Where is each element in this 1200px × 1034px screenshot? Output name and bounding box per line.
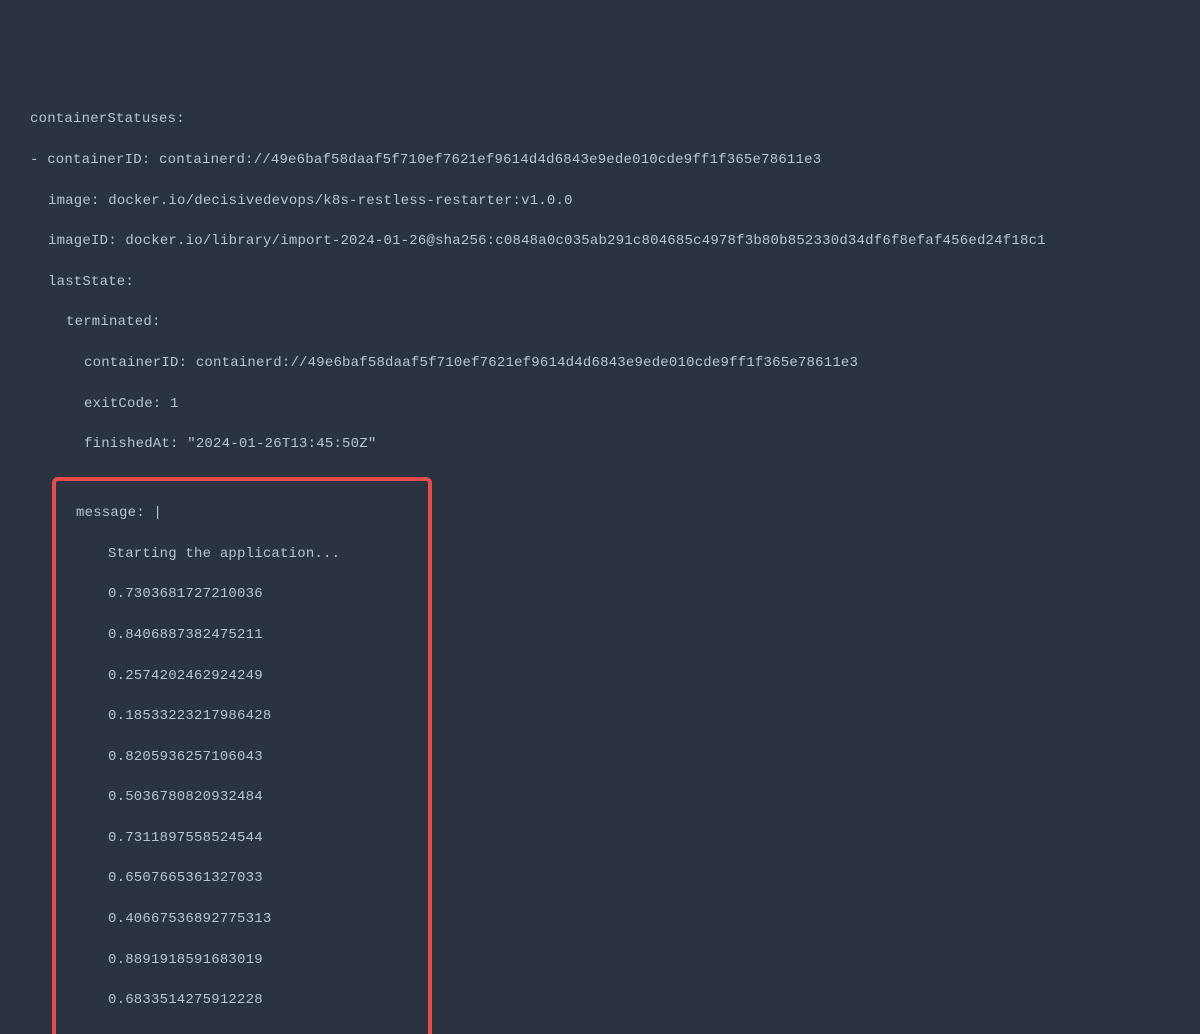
yaml-list-item: - containerID: containerd://49e6baf58daa… [12,150,1188,170]
log-value: 0.7311897558524544 [62,828,422,848]
log-value: 0.5036780820932484 [62,787,422,807]
yaml-key-exitCode: exitCode: 1 [12,394,1188,414]
log-value: 0.18533223217986428 [62,706,422,726]
log-value: 0.8205936257106043 [62,747,422,767]
terminal-output: containerStatuses: - containerID: contai… [12,89,1188,1034]
log-line: Starting the application... [62,544,422,564]
yaml-key-lastState: lastState: [12,272,1188,292]
yaml-key-imageID: imageID: docker.io/library/import-2024-0… [12,231,1188,251]
log-value: 0.40667536892775313 [62,909,422,929]
yaml-key-containerStatuses: containerStatuses: [12,109,1188,129]
highlighted-region: message: | Starting the application... 0… [52,477,432,1034]
yaml-key-term-containerID: containerID: containerd://49e6baf58daaf5… [12,353,1188,373]
yaml-key-image: image: docker.io/decisivedevops/k8s-rest… [12,191,1188,211]
log-value: 0.6833514275912228 [62,990,422,1010]
yaml-key-terminated: terminated: [12,312,1188,332]
log-value: 0.2574202462924249 [62,666,422,686]
yaml-key-message: message: | [62,503,422,523]
log-value: 0.04901490703188838 [62,1031,422,1034]
log-value: 0.8406887382475211 [62,625,422,645]
log-value: 0.7303681727210036 [62,584,422,604]
yaml-key-finishedAt: finishedAt: "2024-01-26T13:45:50Z" [12,434,1188,454]
log-value: 0.6507665361327033 [62,868,422,888]
log-value: 0.8891918591683019 [62,950,422,970]
